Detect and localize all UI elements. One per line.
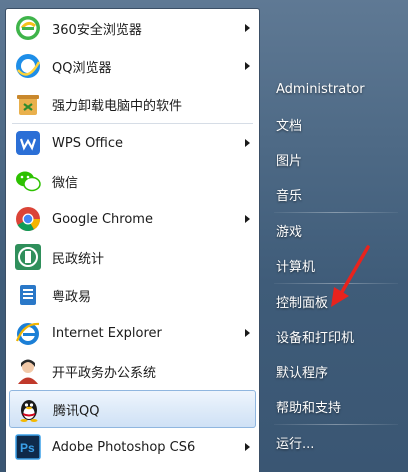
start-menu: 360安全浏览器 QQ浏览器 强力卸载电脑中的软件 WPS Office 微信 … — [0, 0, 408, 472]
menu-item-label: 腾讯QQ — [53, 403, 100, 419]
places-item-user[interactable]: Administrator — [262, 72, 408, 107]
places-item-documents[interactable]: 文档 — [262, 107, 408, 142]
submenu-arrow-icon — [245, 139, 250, 147]
submenu-arrow-icon — [245, 443, 250, 451]
menu-item-label: 微信 — [52, 175, 79, 191]
menu-item-google-chrome[interactable]: Google Chrome — [6, 200, 259, 238]
menu-item-wps-office[interactable]: WPS Office — [6, 124, 259, 162]
photoshop-icon: Ps — [13, 432, 43, 462]
menu-item-yuezhengyi[interactable]: 粤政易 — [6, 276, 259, 314]
submenu-arrow-icon — [245, 215, 250, 223]
menu-item-internet-explorer[interactable]: Internet Explorer — [6, 314, 259, 352]
menu-item-qq-browser[interactable]: QQ浏览器 — [6, 47, 259, 85]
chrome-icon — [13, 204, 43, 234]
submenu-arrow-icon — [245, 24, 250, 32]
menu-item-wechat[interactable]: 微信 — [6, 162, 259, 200]
qq-penguin-icon — [14, 394, 44, 424]
places-item-music[interactable]: 音乐 — [262, 177, 408, 212]
uninstaller-icon — [13, 89, 43, 119]
menu-item-label: 强力卸载电脑中的软件 — [52, 98, 183, 114]
recent-programs: WPS Office 微信 Google Chrome 民政统计 粤政易 Int… — [6, 124, 259, 466]
menu-item-label: 民政统计 — [52, 251, 105, 267]
places-item-run[interactable]: 运行... — [262, 425, 408, 460]
places-item-help-support[interactable]: 帮助和支持 — [262, 389, 408, 424]
menu-item-label: Google Chrome — [52, 211, 153, 227]
menu-item-uninstaller[interactable]: 强力卸载电脑中的软件 — [6, 85, 259, 123]
360-browser-icon — [13, 13, 43, 43]
svg-text:Ps: Ps — [20, 441, 35, 455]
menu-item-label: QQ浏览器 — [52, 60, 112, 76]
menu-item-photoshop[interactable]: Ps Adobe Photoshop CS6 — [6, 428, 259, 466]
menu-item-360-browser[interactable]: 360安全浏览器 — [6, 9, 259, 47]
menu-item-label: Adobe Photoshop CS6 — [52, 439, 196, 455]
programs-panel: 360安全浏览器 QQ浏览器 强力卸载电脑中的软件 WPS Office 微信 … — [5, 8, 260, 472]
menu-item-label: 开平政务办公系统 — [52, 365, 157, 381]
menu-item-label: 360安全浏览器 — [52, 22, 142, 38]
places-item-pictures[interactable]: 图片 — [262, 142, 408, 177]
submenu-arrow-icon — [245, 329, 250, 337]
places-item-devices-printers[interactable]: 设备和打印机 — [262, 319, 408, 354]
civil-statistics-icon — [13, 242, 43, 272]
menu-item-label: WPS Office — [52, 135, 124, 151]
menu-item-civil-statistics[interactable]: 民政统计 — [6, 238, 259, 276]
submenu-arrow-icon — [245, 62, 250, 70]
wechat-icon — [13, 166, 43, 196]
menu-item-office-system[interactable]: 开平政务办公系统 — [6, 352, 259, 390]
pinned-programs: 360安全浏览器 QQ浏览器 强力卸载电脑中的软件 — [6, 9, 259, 123]
internet-explorer-icon — [13, 318, 43, 348]
annotation-arrow-icon — [331, 245, 370, 307]
menu-item-label: 粤政易 — [52, 289, 92, 305]
qq-browser-icon — [13, 51, 43, 81]
yuezhengyi-icon — [13, 280, 43, 310]
menu-item-tencent-qq[interactable]: 腾讯QQ — [9, 390, 256, 428]
wps-icon — [13, 128, 43, 158]
places-item-default-programs[interactable]: 默认程序 — [262, 354, 408, 389]
menu-item-label: Internet Explorer — [52, 325, 162, 341]
office-system-icon — [13, 356, 43, 386]
